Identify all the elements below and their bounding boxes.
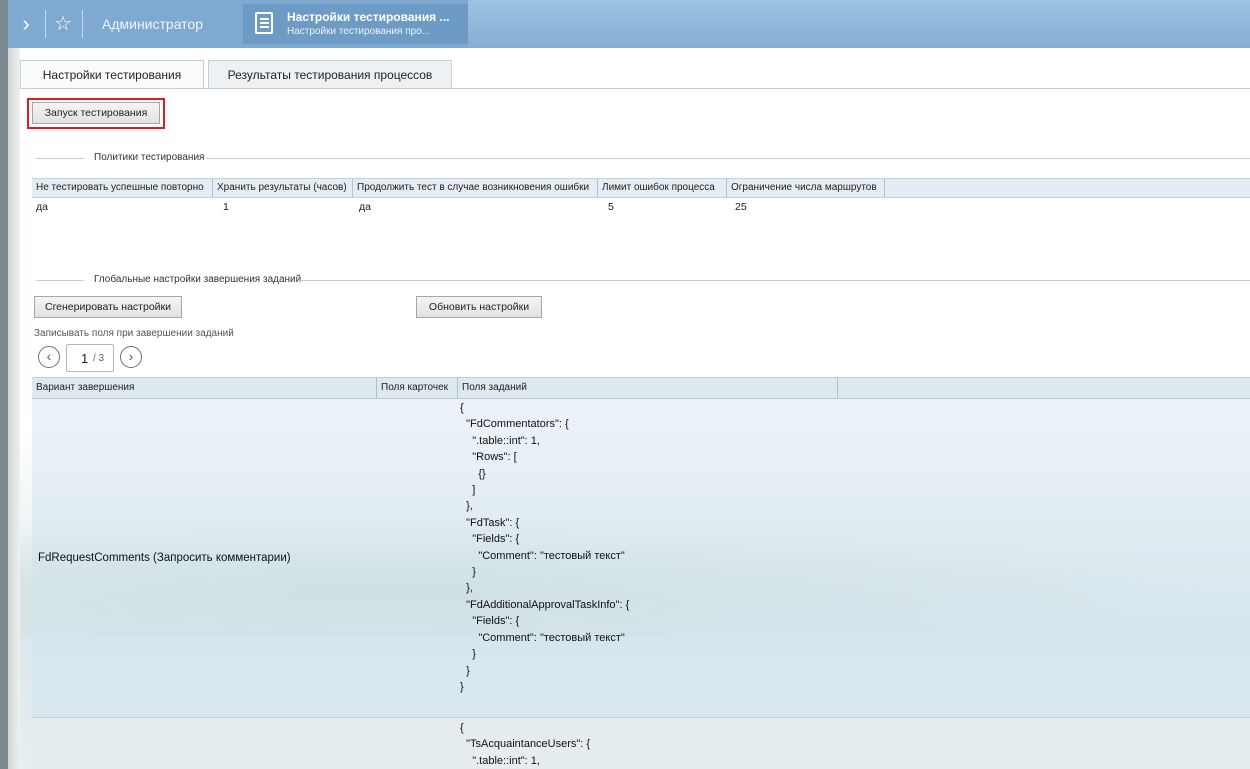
completion-header: Вариант завершения Поля карточек Поля за… (32, 377, 1250, 399)
chevron-left-icon[interactable]: ‹ (38, 346, 60, 368)
divider (45, 10, 46, 38)
page-input[interactable]: 1 / 3 (66, 344, 114, 372)
global-legend: Глобальные настройки завершения заданий (36, 274, 1250, 286)
chevron-right-icon[interactable]: › (120, 346, 142, 368)
table-cell: да (36, 201, 48, 213)
fields-label: Записывать поля при завершении заданий (34, 328, 234, 339)
policies-legend: Политики тестирования (36, 152, 1250, 164)
task-fields-json: { "FdCommentators": { ".table::int": 1, … (460, 402, 630, 693)
tab-administrator[interactable]: Администратор (86, 0, 236, 48)
table-cell: 25 (735, 201, 747, 213)
tab-testing-settings[interactable]: Настройки тестирования ... Настройки тес… (243, 4, 468, 44)
task-fields-json: { "TsAcquaintanceUsers": { ".table::int"… (460, 722, 591, 767)
document-icon (255, 12, 273, 34)
column-header[interactable]: Продолжить тест в случае возникновения о… (353, 179, 598, 197)
variant-name: FdRequestComments (Запросить комментарии… (38, 552, 291, 564)
star-icon[interactable]: ☆ (50, 10, 76, 38)
table-cell: да (359, 201, 371, 213)
column-header[interactable]: Ограничение числа маршрутов (727, 179, 885, 197)
column-header[interactable]: Поля заданий (458, 378, 838, 398)
column-header[interactable]: Не тестировать успешные повторно (32, 179, 213, 197)
top-bar: › ☆ Администратор Настройки тестирования… (8, 0, 1250, 49)
table-row[interactable]: да 1 да 5 25 (32, 199, 1250, 215)
policies-header: Не тестировать успешные повторно Хранить… (32, 178, 1250, 198)
current-page: 1 (81, 351, 89, 366)
left-rail (0, 0, 8, 769)
column-header[interactable]: Вариант завершения (32, 378, 377, 398)
column-header[interactable]: Хранить результаты (часов) (213, 179, 353, 197)
chevron-right-icon[interactable]: › (8, 8, 44, 40)
table-cell: 1 (223, 201, 229, 213)
policies-legend-label: Политики тестирования (94, 152, 205, 163)
run-testing-button[interactable]: Запуск тестирования (32, 102, 160, 124)
active-tab-subtitle: Настройки тестирования про... (287, 26, 431, 37)
global-legend-label: Глобальные настройки завершения заданий (94, 274, 302, 285)
tab-settings[interactable]: Настройки тестирования (20, 60, 204, 88)
column-header[interactable]: Поля карточек (377, 378, 458, 398)
left-shade (8, 48, 20, 769)
column-header[interactable]: Лимит ошибок процесса (598, 179, 727, 197)
generate-settings-button[interactable]: Сгенерировать настройки (34, 296, 182, 318)
tab-results[interactable]: Результаты тестирования процессов (208, 60, 452, 88)
table-cell: 5 (608, 201, 614, 213)
main-content: Настройки тестирования Результаты тестир… (8, 48, 1250, 769)
table-row[interactable] (32, 718, 1250, 769)
total-pages: / 3 (93, 353, 105, 364)
active-tab-title: Настройки тестирования ... (287, 10, 450, 24)
tabs-divider (20, 88, 1250, 89)
divider (82, 10, 83, 38)
update-settings-button[interactable]: Обновить настройки (416, 296, 542, 318)
